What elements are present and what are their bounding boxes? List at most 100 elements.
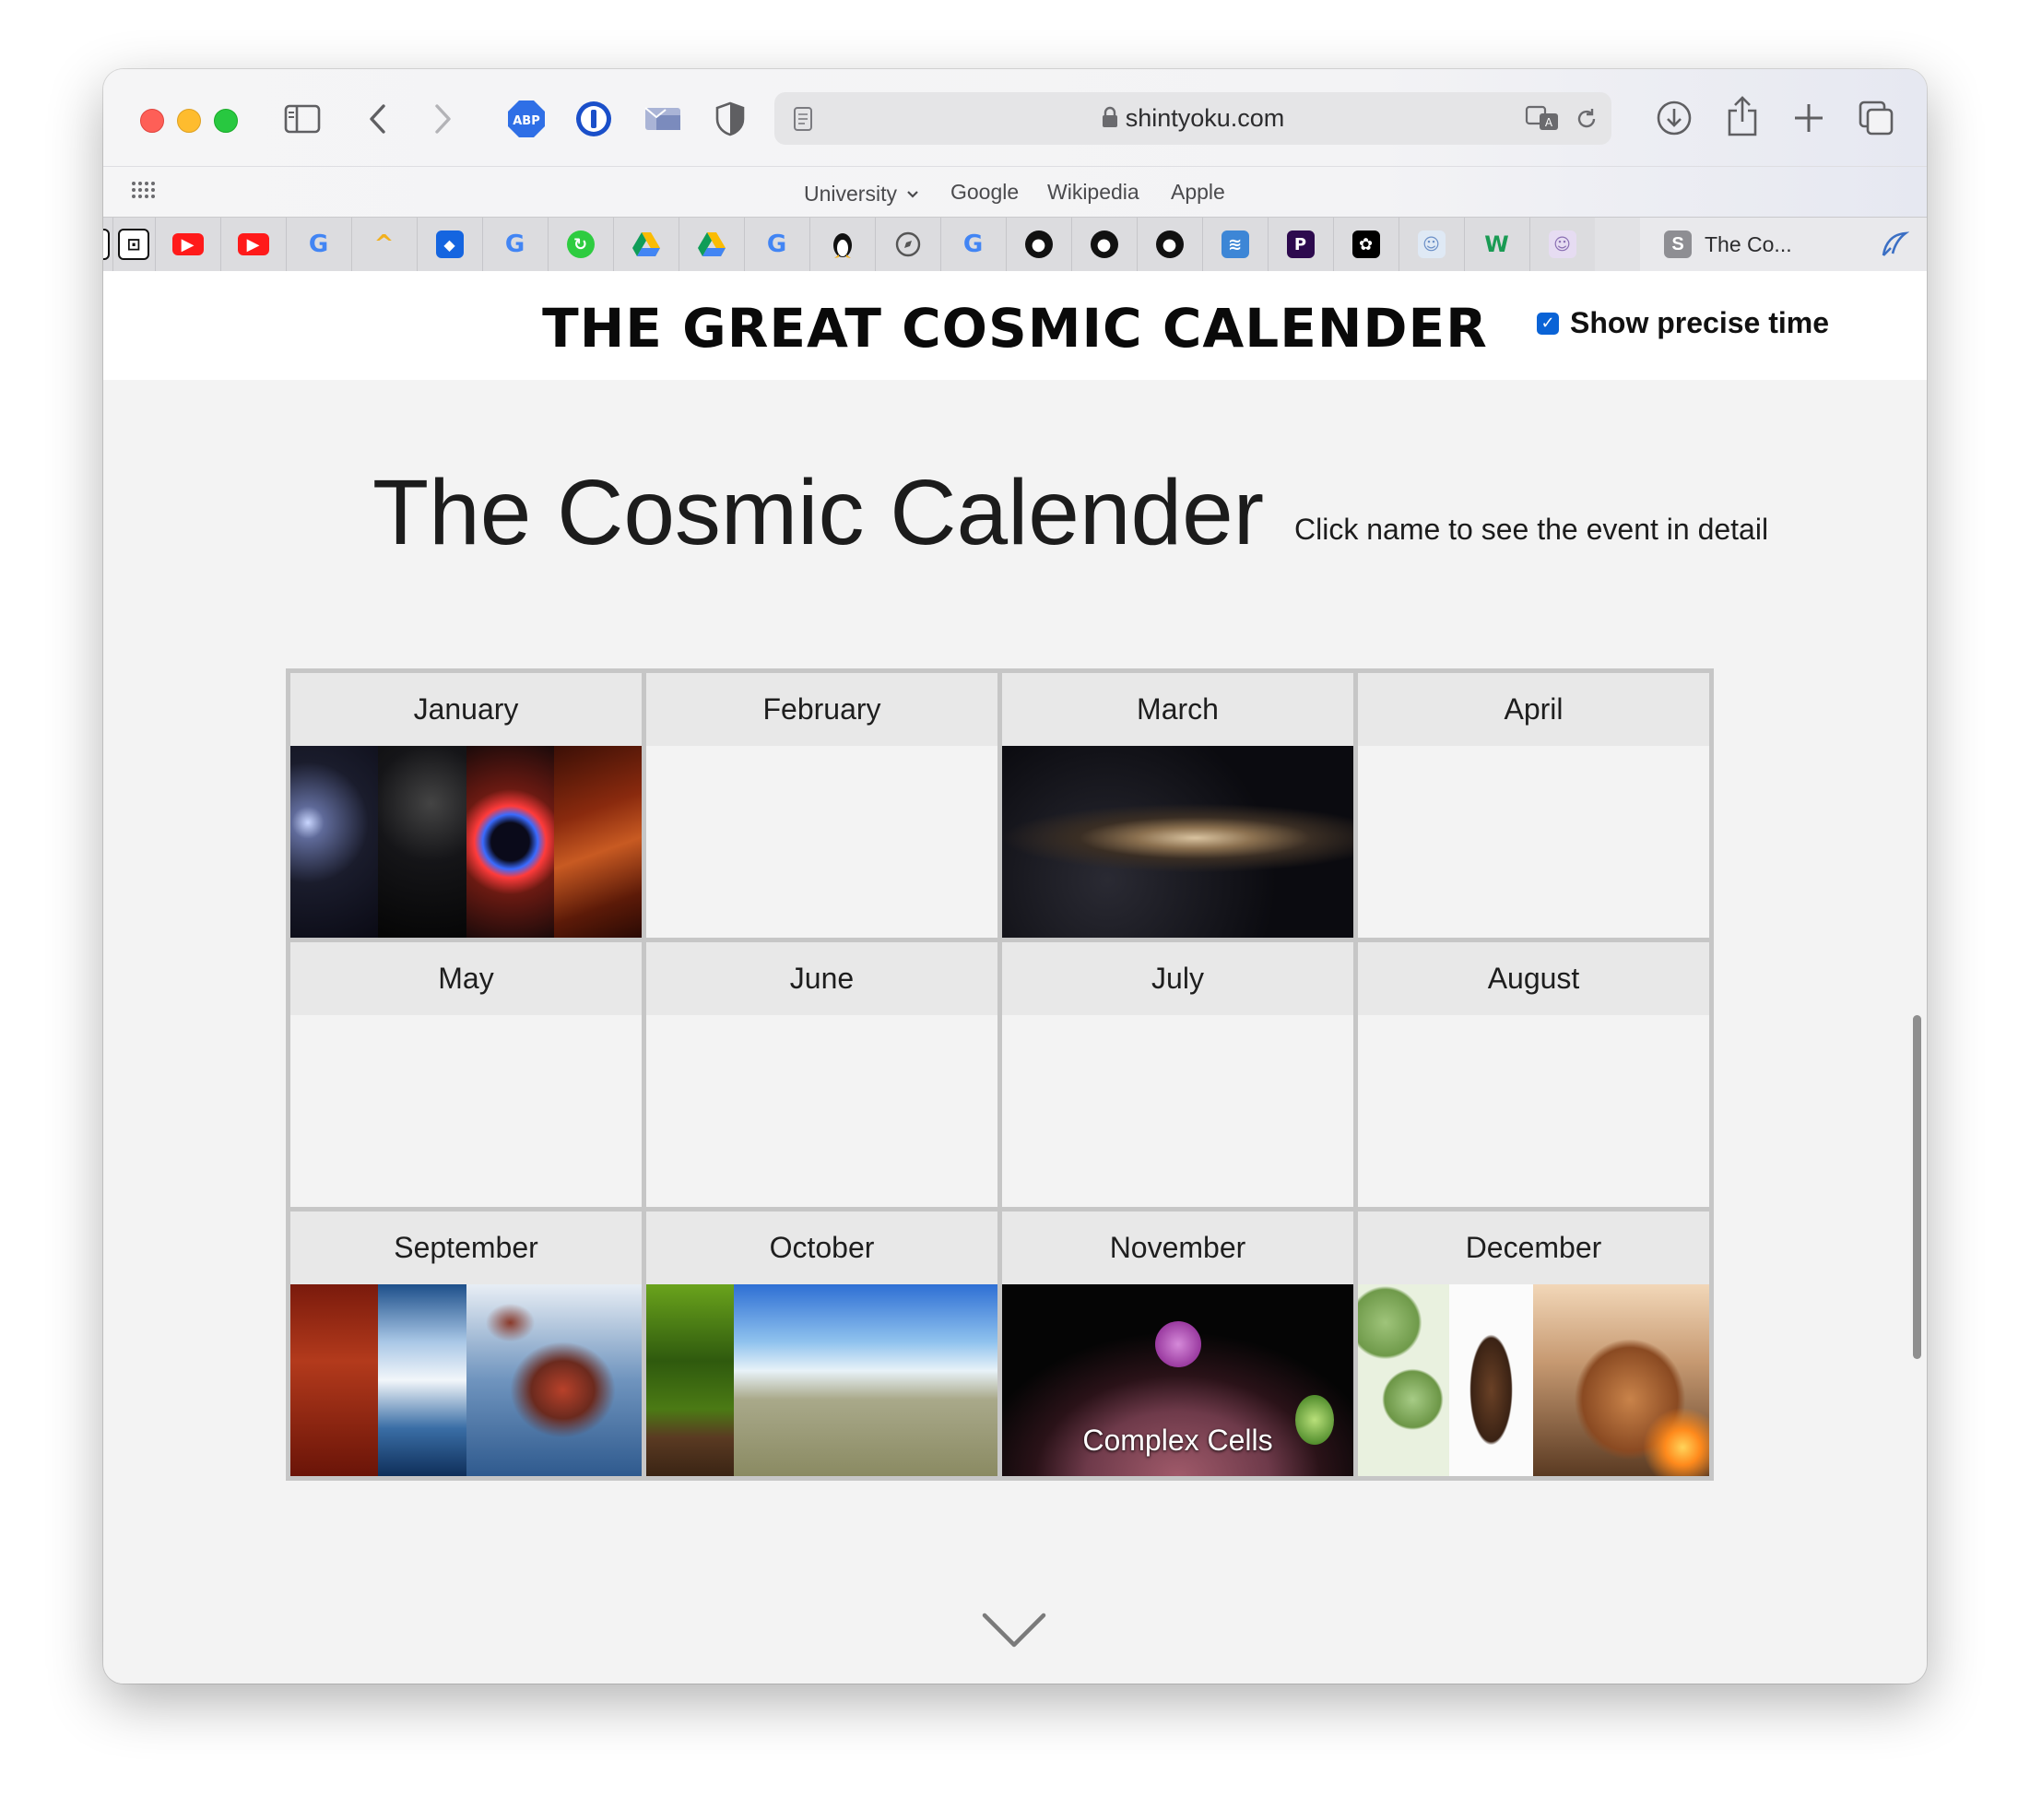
pinned-tab[interactable]: ▶ [220, 218, 287, 271]
mail-extension-icon[interactable] [643, 102, 682, 136]
tab-overview-icon[interactable] [1856, 99, 1896, 137]
month-name[interactable]: October [646, 1211, 997, 1284]
pinned-tab[interactable]: ^ [351, 218, 418, 271]
pinned-tab[interactable]: ⊡ [112, 218, 156, 271]
bookmark-google[interactable]: Google [950, 180, 1019, 205]
pinned-tab[interactable] [875, 218, 941, 271]
month-cell-november[interactable]: November Complex Cells [1002, 1211, 1353, 1476]
month-cell-april[interactable]: April [1358, 673, 1709, 938]
youtube-icon: ▶ [171, 233, 204, 255]
anime-avatar-icon: ☺ [1548, 230, 1576, 258]
pinned-tab[interactable] [679, 218, 745, 271]
forward-button-icon[interactable] [426, 102, 459, 136]
month-name[interactable]: June [646, 942, 997, 1015]
openai-icon: ✿ [1351, 230, 1380, 258]
month-name[interactable]: May [290, 942, 642, 1015]
precise-time-label[interactable]: Show precise time [1570, 306, 1829, 340]
reload-icon[interactable] [1573, 105, 1600, 133]
pinned-tab[interactable]: ▶ [155, 218, 221, 271]
tab-strip: ⊡ ⊡ ▶ ▶ G ^ ◆ G ↻ G G ● ● ● ≋ P ✿ ☺ W ☺ [103, 217, 1927, 272]
zoom-window-button[interactable] [214, 109, 238, 133]
month-cell-june[interactable]: June [646, 942, 997, 1207]
pinned-tab[interactable]: ✿ [1333, 218, 1399, 271]
address-bar[interactable]: shintyoku.com A [774, 92, 1611, 145]
month-cell-august[interactable]: August [1358, 942, 1709, 1207]
month-cell-may[interactable]: May [290, 942, 642, 1207]
minimize-window-button[interactable] [177, 109, 201, 133]
tab-the-cosmic-calender[interactable]: S The Co... [1640, 218, 1865, 271]
github-icon: ● [1155, 230, 1184, 258]
pinned-tab[interactable]: G [482, 218, 549, 271]
pinned-tab[interactable] [1861, 218, 1927, 271]
event-label-complex-cells[interactable]: Complex Cells [1002, 1424, 1353, 1458]
p-app-icon: P [1286, 230, 1315, 258]
sidebar-toggle-icon[interactable] [282, 102, 323, 136]
pinned-tab[interactable]: G [940, 218, 1007, 271]
pinned-tab[interactable]: ◆ [417, 218, 483, 271]
new-tab-icon[interactable] [1789, 99, 1828, 137]
pinned-tab[interactable]: G [286, 218, 352, 271]
pinned-tab[interactable]: G [744, 218, 810, 271]
translate-icon[interactable]: A [1525, 103, 1562, 133]
milky-way-image[interactable] [1002, 746, 1353, 938]
close-window-button[interactable] [140, 109, 164, 133]
pinned-tab[interactable]: ☺ [1529, 218, 1596, 271]
month-cell-march[interactable]: March [1002, 673, 1353, 938]
pinned-tab[interactable] [809, 218, 876, 271]
bookmark-apple[interactable]: Apple [1171, 180, 1225, 205]
adblock-plus-icon[interactable]: ABP [507, 100, 546, 138]
month-cell-january[interactable]: January [290, 673, 642, 938]
downloads-icon[interactable] [1655, 99, 1694, 137]
pinned-tab[interactable]: ≋ [1202, 218, 1269, 271]
month-name[interactable]: January [290, 673, 642, 746]
svg-text:A: A [1545, 116, 1553, 129]
month-cell-february[interactable]: February [646, 673, 997, 938]
refresh-circle-icon: ↻ [566, 230, 595, 258]
big-bang-collage-image[interactable] [290, 746, 642, 938]
bookmark-university[interactable]: University [804, 180, 919, 207]
month-cell-july[interactable]: July [1002, 942, 1353, 1207]
month-name[interactable]: February [646, 673, 997, 746]
github-icon: ● [1024, 230, 1053, 258]
pinned-tab[interactable]: ☺ [1399, 218, 1465, 271]
google-drive-icon [631, 232, 660, 256]
web-page: THE GREAT COSMIC CALENDER ✓ Show precise… [103, 271, 1927, 1684]
month-name[interactable]: November [1002, 1211, 1353, 1284]
pinned-tab[interactable]: ● [1137, 218, 1203, 271]
month-grid: January February March April May June Ju… [286, 668, 1714, 1481]
pinned-tab[interactable] [613, 218, 679, 271]
month-name[interactable]: September [290, 1211, 642, 1284]
month-name[interactable]: August [1358, 942, 1709, 1015]
month-name[interactable]: December [1358, 1211, 1709, 1284]
precise-time-checkbox[interactable]: ✓ [1537, 312, 1559, 335]
human-evolution-collage-image[interactable] [1358, 1284, 1709, 1476]
apps-grid-icon[interactable] [129, 176, 157, 204]
month-name[interactable]: March [1002, 673, 1353, 746]
w3-icon: W [1484, 231, 1509, 257]
scroll-down-chevron-icon[interactable] [981, 1610, 1047, 1655]
early-life-collage-image[interactable] [646, 1284, 997, 1476]
month-cell-december[interactable]: December [1358, 1211, 1709, 1476]
google-icon: G [308, 230, 329, 258]
bookmark-wikipedia[interactable]: Wikipedia [1047, 180, 1139, 205]
month-name[interactable]: April [1358, 673, 1709, 746]
complex-cells-image[interactable]: Complex Cells [1002, 1284, 1353, 1476]
show-precise-time-toggle[interactable]: ✓ Show precise time [1537, 306, 1829, 340]
month-name[interactable]: July [1002, 942, 1353, 1015]
month-cell-september[interactable]: September [290, 1211, 642, 1476]
pinned-tab[interactable]: ↻ [548, 218, 614, 271]
1password-icon[interactable] [574, 100, 613, 138]
pinned-tab[interactable]: W [1464, 218, 1530, 271]
pinned-tab[interactable]: P [1268, 218, 1334, 271]
pinned-tab[interactable]: ● [1006, 218, 1072, 271]
share-icon[interactable] [1723, 95, 1762, 137]
early-earth-collage-image[interactable] [290, 1284, 642, 1476]
month-cell-october[interactable]: October [646, 1211, 997, 1476]
vertical-scrollbar[interactable] [1913, 1015, 1921, 1359]
browser-toolbar: ABP shintyoku.com A University Google Wi… [103, 69, 1927, 217]
back-button-icon[interactable] [361, 102, 395, 136]
anime-avatar-icon: ☺ [1417, 230, 1446, 258]
pinned-tab[interactable]: ● [1071, 218, 1138, 271]
bookmark-label: Wikipedia [1047, 180, 1139, 204]
shield-extension-icon[interactable] [712, 100, 749, 137]
